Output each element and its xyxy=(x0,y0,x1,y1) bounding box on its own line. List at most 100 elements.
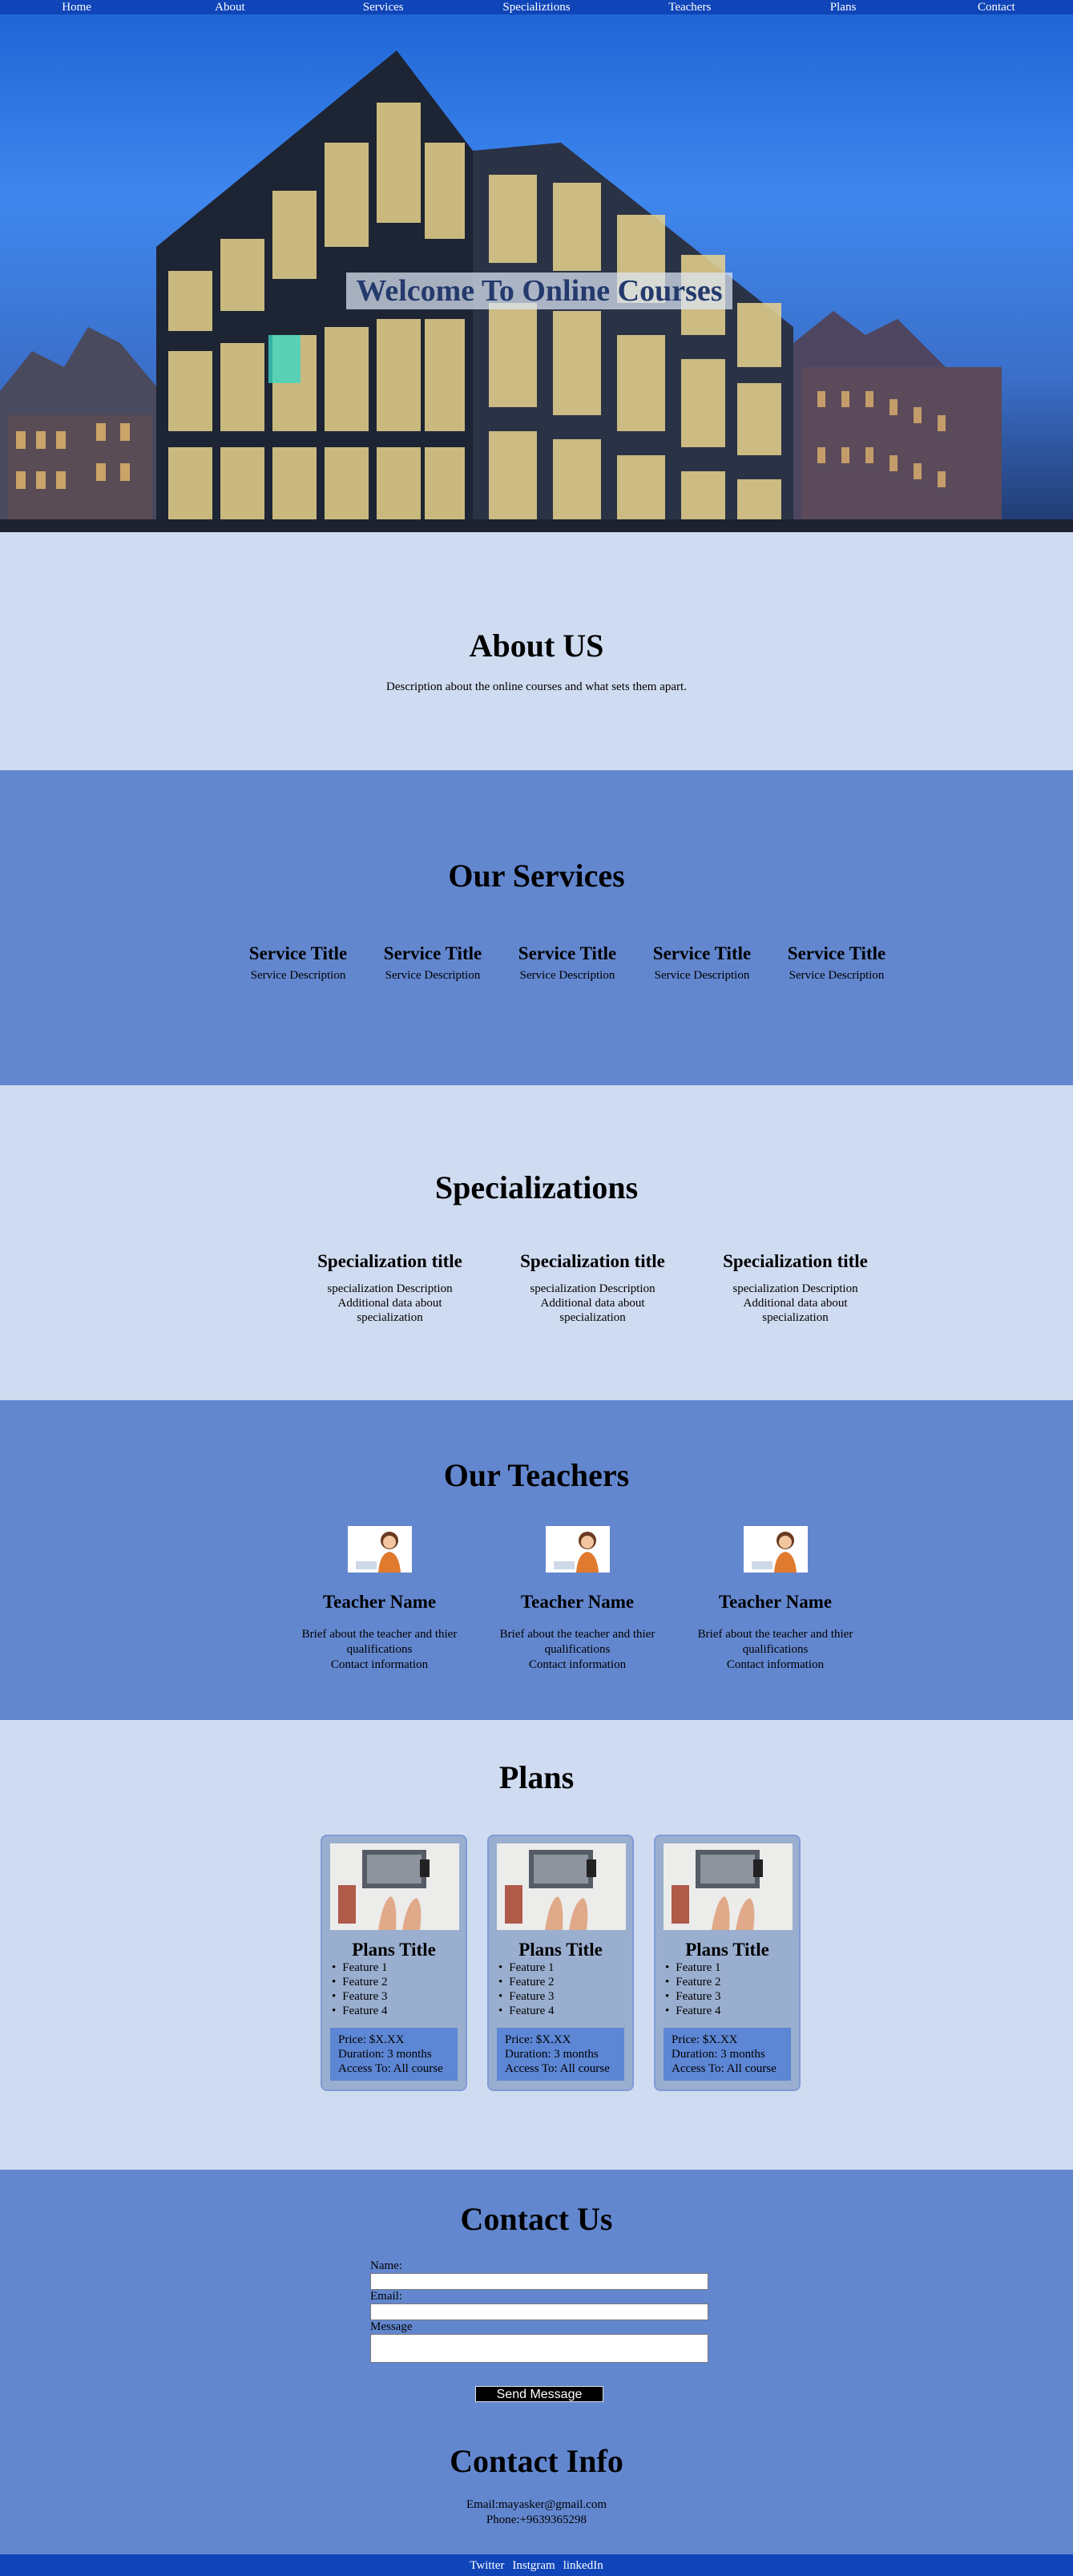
about-title: About US xyxy=(469,628,604,664)
plans-list: Plans Title Feature 1 Feature 2 Feature … xyxy=(321,1835,801,2091)
plan-card: Plans Title Feature 1 Feature 2 Feature … xyxy=(654,1835,801,2091)
nav-plans[interactable]: Plans xyxy=(766,0,919,14)
contact-info-title: Contact Info xyxy=(450,2443,623,2479)
contact-section: Contact Us Name: Email: Message Send Mes… xyxy=(0,2170,1073,2554)
email-field[interactable] xyxy=(370,2303,708,2320)
plans-title: Plans xyxy=(498,1759,575,1795)
about-text: Description about the online courses and… xyxy=(386,680,687,693)
plans-section: Plans Plans Title Feature 1 Feature 2 Fe… xyxy=(0,1720,1073,2170)
plan-feature: Feature 2 xyxy=(498,1975,624,1989)
plan-image xyxy=(497,1843,626,1930)
teacher-name: Teacher Name xyxy=(520,1592,635,1612)
teacher-brief: Brief about the teacher and thier qualif… xyxy=(301,1628,458,1671)
plan-price: Price: $X.XX xyxy=(672,2033,738,2046)
teacher-photo xyxy=(545,1526,610,1573)
specialization-card: Specialization title specialization Desc… xyxy=(491,1251,694,1325)
nav-contact[interactable]: Contact xyxy=(920,0,1073,14)
plan-features: Feature 1 Feature 2 Feature 3 Feature 4 xyxy=(664,1960,791,2018)
plan-price: Price: $X.XX xyxy=(505,2033,571,2046)
plan-feature: Feature 2 xyxy=(332,1975,458,1989)
plan-feature: Feature 4 xyxy=(332,2004,458,2018)
teacher-photo xyxy=(347,1526,412,1573)
nav-specializations[interactable]: Specializtions xyxy=(460,0,613,14)
plan-feature: Feature 4 xyxy=(498,2004,624,2018)
name-label: Name: xyxy=(370,2259,402,2272)
service-card: Service Title Service Description xyxy=(635,943,769,983)
plan-info: Price: $X.XX Duration: 3 months Access T… xyxy=(664,2028,791,2081)
name-field[interactable] xyxy=(370,2273,708,2290)
message-field[interactable] xyxy=(370,2334,708,2363)
plan-feature: Feature 1 xyxy=(332,1960,458,1975)
footer-link-instagram[interactable]: Instgram xyxy=(512,2559,555,2572)
nav-services[interactable]: Services xyxy=(307,0,460,14)
top-nav: Home About Services Specializtions Teach… xyxy=(0,0,1073,14)
plan-info: Price: $X.XX Duration: 3 months Access T… xyxy=(330,2028,458,2081)
services-section: Our Services Service Title Service Descr… xyxy=(0,770,1073,1085)
plan-image xyxy=(664,1843,793,1930)
service-card: Service Title Service Description xyxy=(769,943,904,983)
specialization-title: Specialization title xyxy=(520,1251,665,1271)
service-title: Service Title xyxy=(787,943,886,963)
service-title: Service Title xyxy=(248,943,348,963)
services-list: Service Title Service Description Servic… xyxy=(231,943,904,983)
service-description: Service Description xyxy=(519,969,615,982)
plan-title: Plans Title xyxy=(685,1940,769,1960)
specialization-card: Specialization title specialization Desc… xyxy=(288,1251,491,1325)
message-label: Message xyxy=(370,2320,413,2333)
contact-form: Name: Email: Message xyxy=(370,2259,708,2363)
plan-feature: Feature 1 xyxy=(665,1960,791,1975)
plan-card: Plans Title Feature 1 Feature 2 Feature … xyxy=(321,1835,467,2091)
teacher-card: Teacher Name Brief about the teacher and… xyxy=(676,1526,874,1673)
service-description: Service Description xyxy=(385,969,481,982)
specialization-card: Specialization title specialization Desc… xyxy=(694,1251,897,1325)
service-title: Service Title xyxy=(518,943,617,963)
specialization-description: specialization Description Additional dat… xyxy=(530,1282,655,1324)
nav-home[interactable]: Home xyxy=(0,0,153,14)
service-title: Service Title xyxy=(652,943,752,963)
service-description: Service Description xyxy=(250,969,346,982)
contact-info: Email:mayasker@gmail.com Phone:+96393652… xyxy=(0,2497,1073,2528)
hero-banner: Welcome To Online Courses xyxy=(0,14,1073,532)
plan-features: Feature 1 Feature 2 Feature 3 Feature 4 xyxy=(497,1960,624,2018)
nav-about[interactable]: About xyxy=(153,0,306,14)
teacher-name: Teacher Name xyxy=(322,1592,437,1612)
specializations-list: Specialization title specialization Desc… xyxy=(288,1251,897,1325)
plan-feature: Feature 3 xyxy=(332,1989,458,2004)
services-title: Our Services xyxy=(448,858,625,894)
teachers-title: Our Teachers xyxy=(443,1457,630,1493)
teacher-name: Teacher Name xyxy=(718,1592,833,1612)
specialization-description: specialization Description Additional dat… xyxy=(327,1282,453,1324)
teachers-section: Our Teachers Teacher Name Brief about th… xyxy=(0,1400,1073,1720)
teacher-card: Teacher Name Brief about the teacher and… xyxy=(280,1526,478,1673)
contact-email: Email:mayasker@gmail.com xyxy=(466,2498,607,2511)
plan-access: Access To: All course xyxy=(672,2062,777,2075)
plan-feature: Feature 3 xyxy=(498,1989,624,2004)
nav-teachers[interactable]: Teachers xyxy=(613,0,766,14)
about-section: About US Description about the online co… xyxy=(0,532,1073,770)
hero-title: Welcome To Online Courses xyxy=(346,273,732,309)
footer-link-twitter[interactable]: Twitter xyxy=(470,2559,504,2572)
specializations-title: Specializations xyxy=(434,1169,639,1205)
plan-duration: Duration: 3 months xyxy=(505,2048,599,2061)
plan-duration: Duration: 3 months xyxy=(672,2048,765,2061)
service-card: Service Title Service Description xyxy=(231,943,365,983)
footer-link-linkedin[interactable]: linkedIn xyxy=(563,2559,603,2572)
footer: Twitter Instgram linkedIn xyxy=(0,2554,1073,2576)
email-label: Email: xyxy=(370,2290,402,2303)
plan-feature: Feature 2 xyxy=(665,1975,791,1989)
teacher-photo xyxy=(743,1526,808,1573)
plan-title: Plans Title xyxy=(518,1940,603,1960)
teacher-brief: Brief about the teacher and thier qualif… xyxy=(499,1628,655,1671)
teachers-list: Teacher Name Brief about the teacher and… xyxy=(280,1526,874,1673)
specialization-description: specialization Description Additional dat… xyxy=(732,1282,858,1324)
specialization-title: Specialization title xyxy=(723,1251,868,1271)
service-description: Service Description xyxy=(654,969,750,982)
plan-price: Price: $X.XX xyxy=(338,2033,405,2046)
plan-features: Feature 1 Feature 2 Feature 3 Feature 4 xyxy=(330,1960,458,2018)
plan-access: Access To: All course xyxy=(505,2062,610,2075)
teacher-card: Teacher Name Brief about the teacher and… xyxy=(478,1526,676,1673)
contact-phone: Phone:+9639365298 xyxy=(486,2513,587,2526)
service-description: Service Description xyxy=(789,969,885,982)
send-message-button[interactable]: Send Message xyxy=(475,2386,603,2402)
plan-feature: Feature 3 xyxy=(665,1989,791,2004)
